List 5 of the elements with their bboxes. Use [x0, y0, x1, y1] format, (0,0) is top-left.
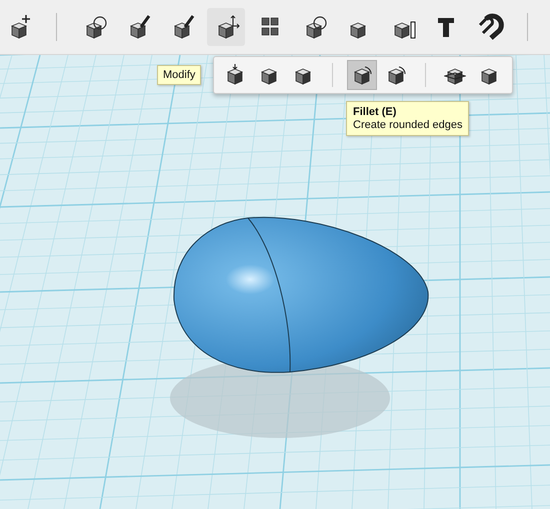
toolbar-button[interactable] [207, 8, 245, 46]
tooltip-title: Fillet (E) [353, 106, 398, 118]
tooltip: Modify [157, 65, 202, 85]
tooltip-description: Create rounded edges [353, 119, 462, 131]
flyout-button[interactable] [347, 60, 377, 90]
